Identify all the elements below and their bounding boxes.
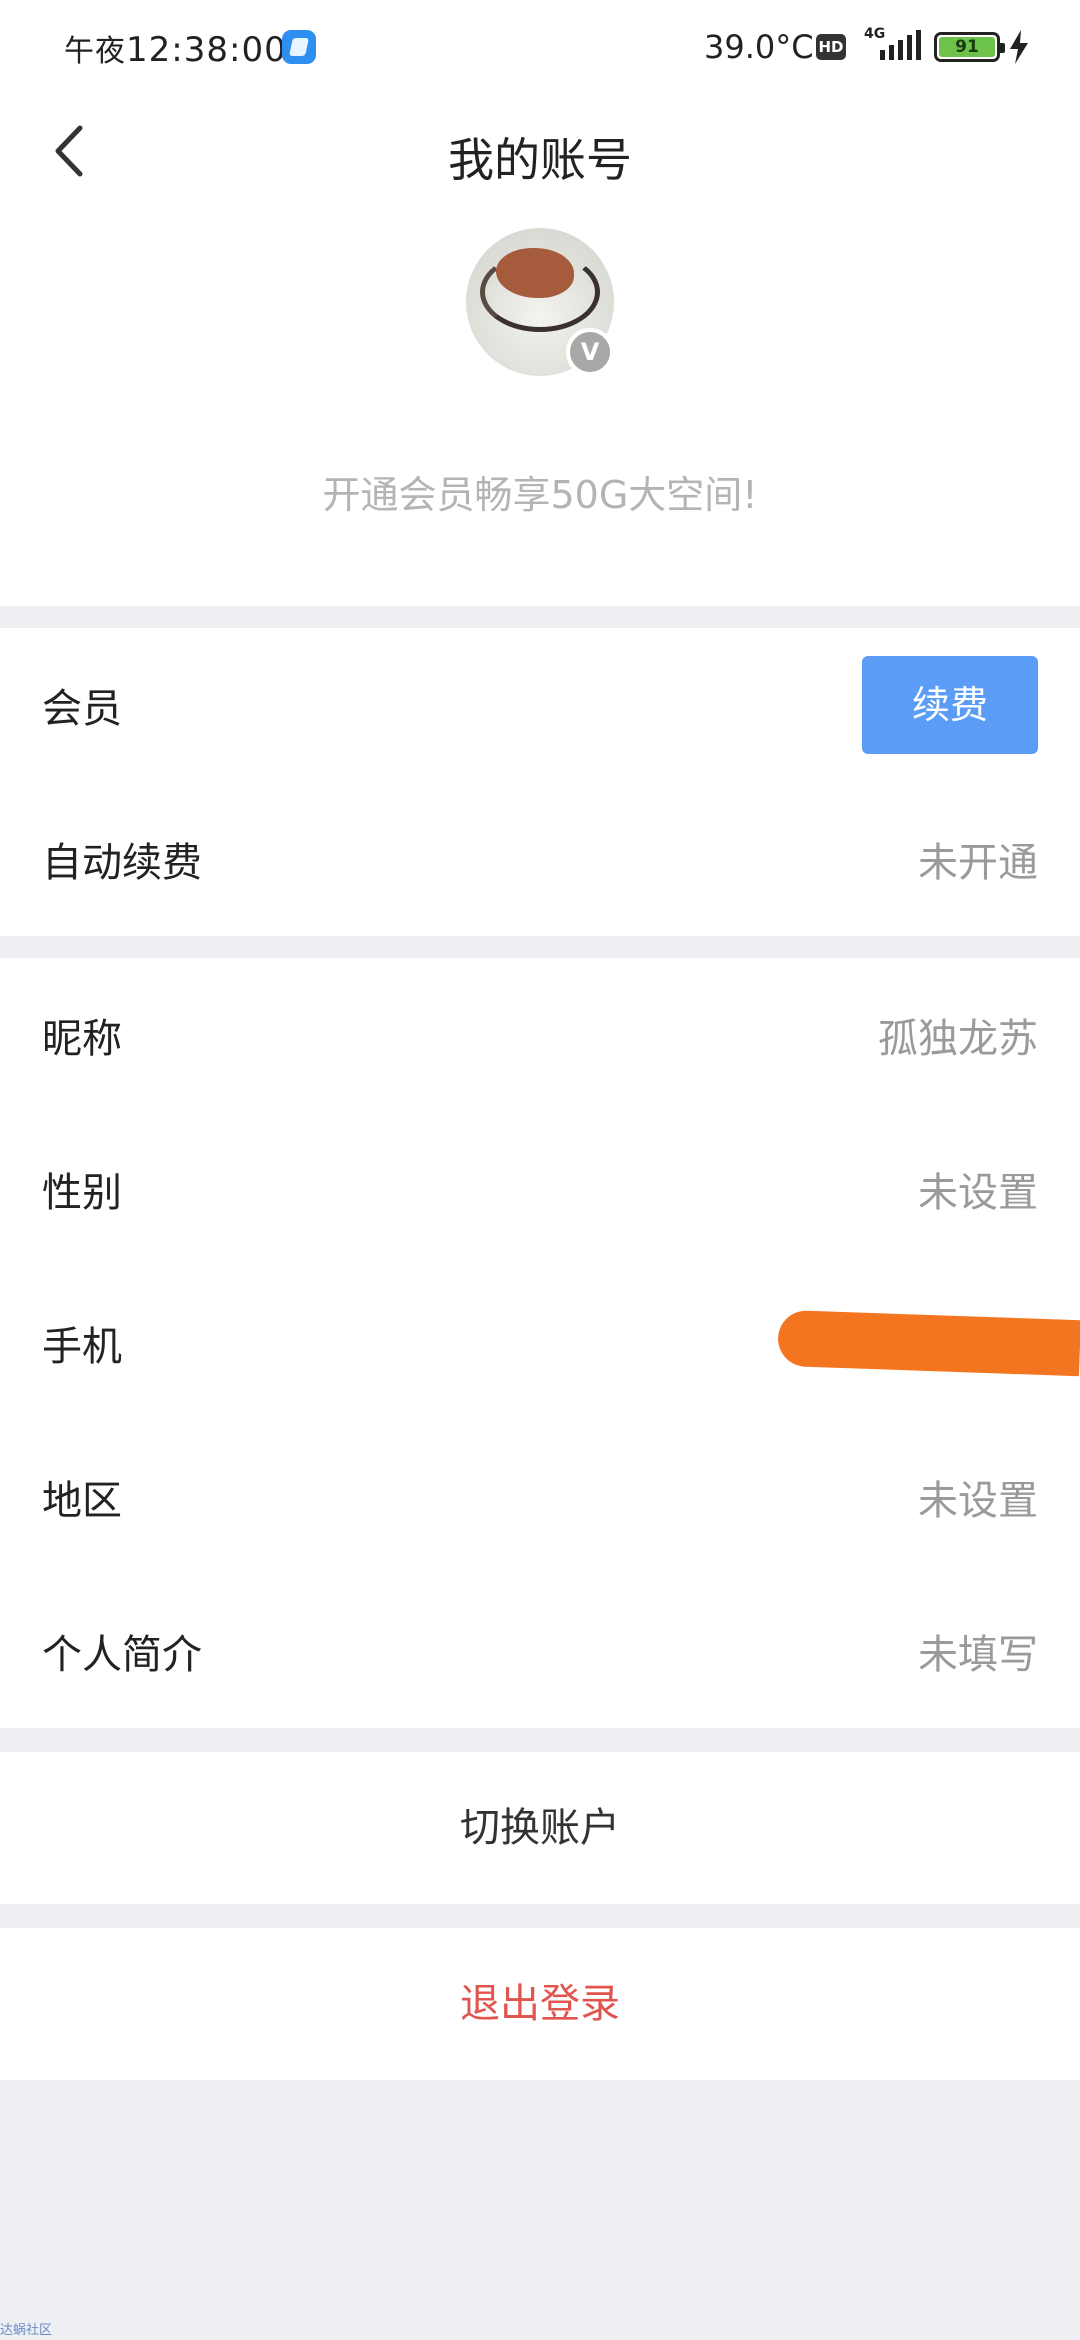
account-header: 我的账号 V 开通会员畅享50G大空间! bbox=[0, 96, 1080, 606]
phone-redaction-mark bbox=[777, 1309, 1080, 1377]
switch-account-button[interactable]: 切换账户 bbox=[0, 1752, 1080, 1904]
vip-badge-icon: V bbox=[566, 328, 614, 376]
status-bar: 午夜12:38:00 39.0°C HD 4G 91 bbox=[0, 0, 1080, 96]
gender-row[interactable]: 性别 未设置 bbox=[0, 1112, 1080, 1266]
profile-group: 昵称 孤独龙苏 性别 未设置 手机 地区 未设置 个人简介 未填写 bbox=[0, 958, 1080, 1728]
temperature-readout: 39.0°C bbox=[704, 28, 814, 66]
bio-value: 未填写 bbox=[918, 1632, 1038, 1678]
renew-button[interactable]: 续费 bbox=[862, 656, 1038, 754]
status-time: 午夜12:38:00 bbox=[64, 26, 287, 70]
battery-level: 91 bbox=[939, 37, 995, 57]
time-prefix: 午夜 bbox=[64, 34, 126, 69]
member-label: 会员 bbox=[42, 686, 122, 732]
hd-icon: HD bbox=[816, 34, 846, 60]
region-row[interactable]: 地区 未设置 bbox=[0, 1420, 1080, 1574]
app-notification-icon bbox=[282, 30, 316, 64]
battery-icon: 91 bbox=[934, 32, 1005, 62]
signal-icon bbox=[880, 30, 921, 60]
auto-renew-row[interactable]: 自动续费 未开通 bbox=[0, 782, 1080, 936]
phone-label: 手机 bbox=[42, 1324, 122, 1370]
region-label: 地区 bbox=[42, 1478, 122, 1524]
region-value: 未设置 bbox=[918, 1478, 1038, 1524]
bio-label: 个人简介 bbox=[42, 1632, 202, 1678]
gender-label: 性别 bbox=[42, 1170, 122, 1216]
bio-row[interactable]: 个人简介 未填写 bbox=[0, 1574, 1080, 1728]
charging-icon bbox=[1010, 30, 1028, 64]
membership-group: 会员 续费 自动续费 未开通 bbox=[0, 628, 1080, 936]
gender-value: 未设置 bbox=[918, 1170, 1038, 1216]
avatar[interactable]: V bbox=[466, 228, 614, 376]
membership-promo-text[interactable]: 开通会员畅享50G大空间! bbox=[0, 464, 1080, 519]
phone-row[interactable]: 手机 bbox=[0, 1266, 1080, 1420]
member-row: 会员 续费 bbox=[0, 628, 1080, 782]
auto-renew-value: 未开通 bbox=[918, 840, 1038, 886]
auto-renew-label: 自动续费 bbox=[42, 840, 202, 886]
clock: 12:38:00 bbox=[126, 30, 287, 70]
nickname-label: 昵称 bbox=[42, 1016, 122, 1062]
watermark-text: 达蜗社区 bbox=[0, 2323, 53, 2338]
page-title: 我的账号 bbox=[448, 133, 632, 187]
nickname-row[interactable]: 昵称 孤独龙苏 bbox=[0, 958, 1080, 1112]
nickname-value: 孤独龙苏 bbox=[878, 1016, 1038, 1062]
logout-button[interactable]: 退出登录 bbox=[0, 1928, 1080, 2080]
